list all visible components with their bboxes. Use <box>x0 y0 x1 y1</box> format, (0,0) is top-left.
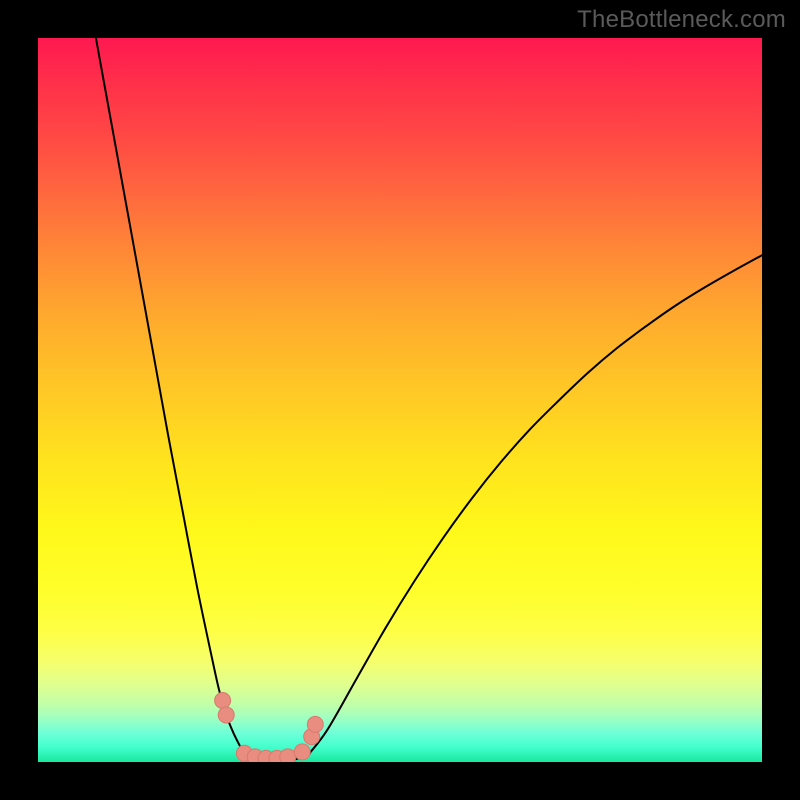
watermark-text: TheBottleneck.com <box>577 6 786 34</box>
data-marker <box>215 692 231 708</box>
chart-frame: TheBottleneck.com <box>0 0 800 800</box>
data-marker <box>307 716 323 732</box>
curve-series <box>96 38 762 761</box>
bottleneck-curve <box>96 38 762 761</box>
data-marker <box>280 749 296 762</box>
chart-svg <box>38 38 762 762</box>
data-marker <box>294 744 310 760</box>
chart-plot-area <box>38 38 762 762</box>
data-marker <box>218 707 234 723</box>
